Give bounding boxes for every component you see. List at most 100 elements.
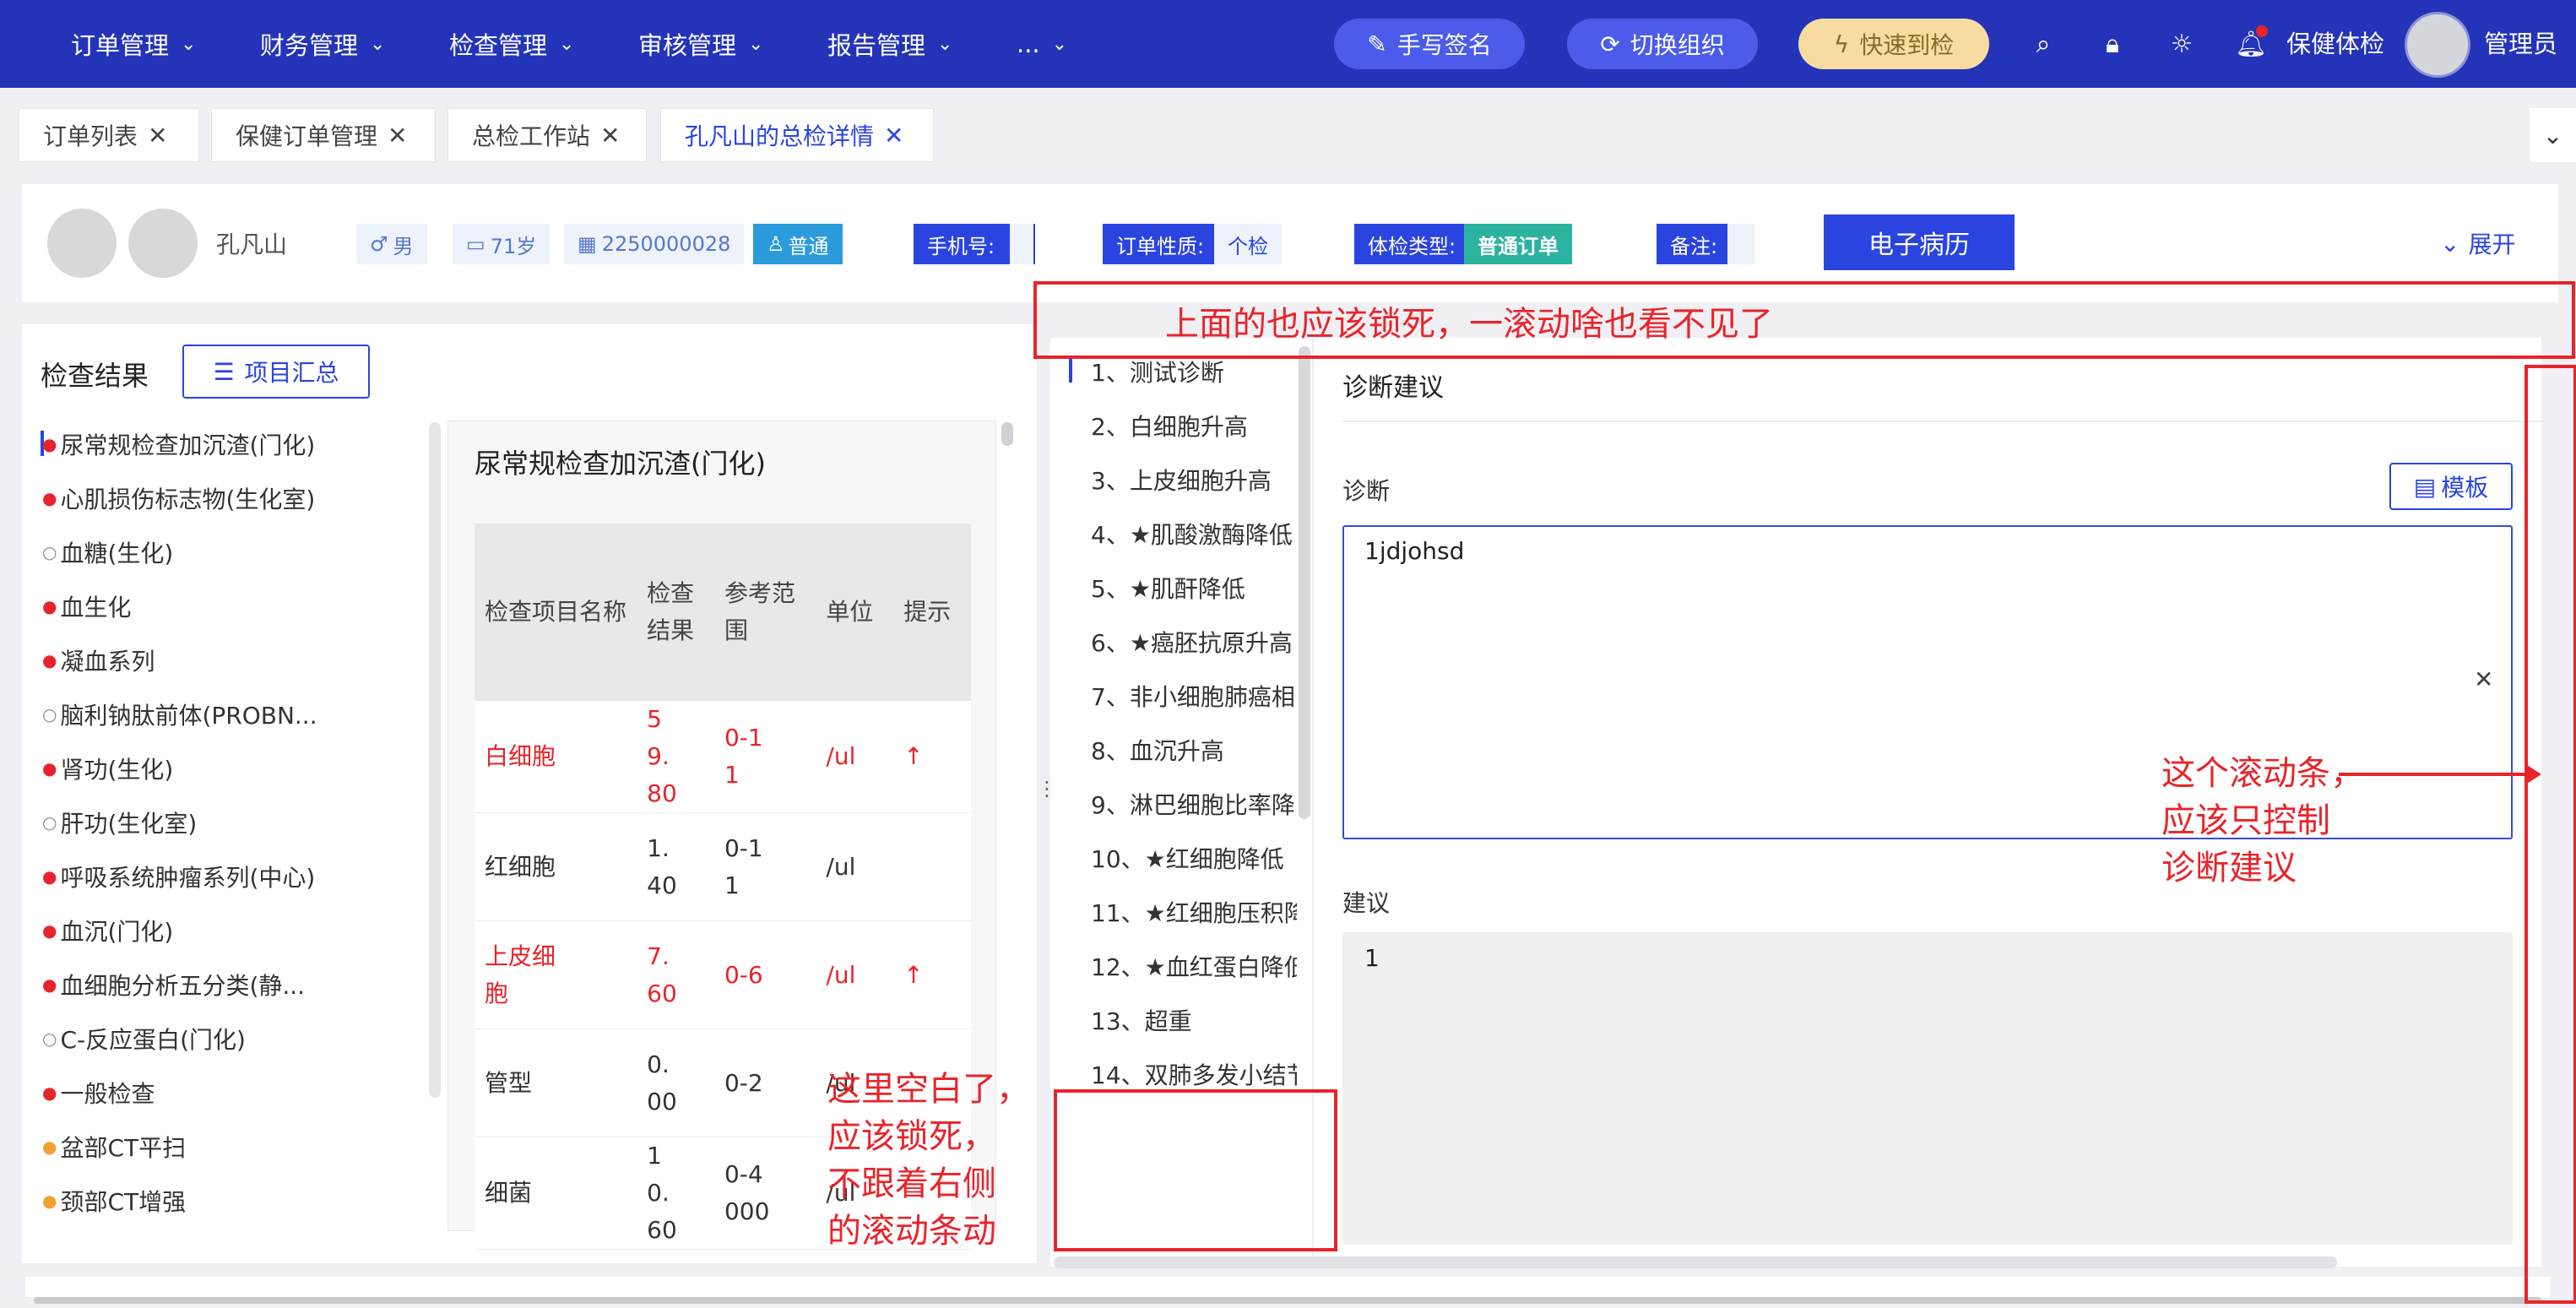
scrollbar[interactable] [1299, 346, 1310, 819]
list-item[interactable]: ● 尿常规检查加沉渣(门化) [42, 427, 315, 461]
cell-range: 0-11 [724, 724, 763, 789]
cell-value: 10.60 [647, 1142, 677, 1244]
list-item-label: 颈部CT增强 [60, 1188, 187, 1216]
cell-flag: ↑ [903, 960, 924, 989]
gender-badge: ♂ 男 [356, 224, 427, 264]
status-dot: ● [42, 974, 57, 995]
suggestion-text[interactable]: 1 [1364, 944, 1380, 972]
switch-org-button[interactable]: ⟳ 切换组织 [1567, 19, 1758, 69]
nav-review-mgmt[interactable]: 审核管理 ⌄ [638, 0, 763, 88]
tabs-dropdown-chevron-icon[interactable]: ⌄ [2530, 108, 2576, 162]
nav-report-mgmt[interactable]: 报告管理 ⌄ [827, 0, 952, 88]
nav-order-mgmt[interactable]: 订单管理 ⌄ [71, 0, 196, 88]
nav-label: 审核管理 [638, 31, 737, 60]
search-icon[interactable]: ⌕ [2025, 25, 2062, 62]
diagnosis-item[interactable]: 9、淋巴细胞比率降 [1091, 787, 1297, 821]
nav-more[interactable]: ... ⌄ [1017, 0, 1067, 88]
bell-icon[interactable]: 🔔︎ [2232, 25, 2270, 62]
calendar-icon: ▭ [466, 232, 485, 256]
nav-label: 财务管理 [260, 31, 359, 60]
diagnosis-text[interactable]: 1jdjohsd [1364, 537, 1464, 565]
clear-icon[interactable]: ✕ [2474, 665, 2493, 693]
scrollbar[interactable] [1001, 422, 1013, 446]
table-row[interactable]: 红细胞 1.40 0-11/ul [475, 813, 971, 921]
list-item[interactable]: ● 颈部CT增强 [42, 1184, 186, 1218]
tab-label: 订单列表 [43, 122, 138, 150]
diagnosis-item[interactable]: 4、★肌酸激酶降低 [1091, 517, 1297, 551]
diagnosis-item[interactable]: 1、测试诊断 [1091, 355, 1297, 388]
list-item[interactable]: ● 呼吸系统肿瘤系列(中心) [42, 860, 315, 893]
avatar[interactable] [2405, 12, 2470, 78]
list-item[interactable]: ○ 脑利钠肽前体(PROBN... [42, 697, 317, 731]
remark-label: 备注: [1657, 224, 1732, 264]
diagnosis-item[interactable]: 10、★红细胞降低 [1091, 841, 1297, 875]
list-item[interactable]: ● 心肌损伤标志物(生化室) [42, 481, 315, 515]
diagnosis-item[interactable]: 11、★红细胞压积降 [1091, 895, 1297, 929]
suggestion-label: 建议 [1342, 889, 1391, 917]
list-item[interactable]: ● 肾功(生化) [42, 752, 173, 785]
handwrite-sign-button[interactable]: ✎ 手写签名 [1334, 19, 1525, 69]
list-item[interactable]: ● 凝血系列 [42, 643, 155, 677]
diagnosis-item[interactable]: 2、白细胞升高 [1091, 409, 1297, 442]
tab-order-list[interactable]: 订单列表 ✕ [19, 108, 199, 162]
horizontal-scrollbar[interactable] [1054, 1256, 2337, 1268]
tab-health-order[interactable]: 保健订单管理 ✕ [211, 108, 436, 162]
table-cell: 上皮细胞 [475, 921, 637, 1029]
table-row[interactable]: 白细胞 59.80 0-11/ul ↑ [475, 701, 971, 813]
tab-label: 孔凡山的总检详情 [685, 122, 875, 150]
refresh-icon: ⟳ [1600, 30, 1620, 58]
chevron-down-icon: ⌄ [1051, 33, 1068, 55]
tab-patient-detail[interactable]: 孔凡山的总检详情 ✕ [660, 108, 934, 162]
list-item-label: 血沉(门化) [60, 918, 174, 946]
expand-button[interactable]: ⌄ 展开 [2440, 226, 2515, 260]
table-row[interactable]: 上皮细胞 7.60 0-6/ul ↑ [475, 921, 971, 1029]
diagnosis-item[interactable]: 8、血沉升高 [1091, 733, 1297, 767]
lock-icon[interactable]: 🔒︎ [2094, 25, 2131, 62]
close-icon[interactable]: ✕ [388, 122, 407, 149]
age-text: 71岁 [490, 234, 537, 258]
annotation-box-scrollbar [2524, 365, 2576, 1304]
diagnosis-item[interactable]: 12、★血红蛋白降低 [1091, 949, 1297, 983]
list-item-label: 肝功(生化室) [60, 810, 198, 838]
result-title: 尿常规检查加沉渣(门化) [475, 448, 766, 480]
close-icon[interactable]: ✕ [600, 122, 620, 149]
diagnosis-item[interactable]: 13、超重 [1091, 1003, 1297, 1037]
nav-finance-mgmt[interactable]: 财务管理 ⌄ [260, 0, 385, 88]
sun-icon[interactable]: ☼ [2163, 25, 2200, 62]
list-item[interactable]: ● 一般检查 [42, 1076, 155, 1110]
list-item[interactable]: ● 盆部CT平扫 [42, 1130, 186, 1164]
cell-range: 0-2 [724, 1068, 763, 1097]
chevron-down-icon: ⌄ [937, 33, 953, 55]
user-name[interactable]: 管理员 [2484, 25, 2557, 62]
diagnosis-item[interactable]: 6、★癌胚抗原升高 [1091, 625, 1297, 659]
nav-exam-mgmt[interactable]: 检查管理 ⌄ [449, 0, 574, 88]
org-name[interactable]: 保健体检 [2286, 25, 2384, 62]
table-cell: 0-2 [714, 1029, 816, 1137]
phone-value [1010, 224, 1033, 264]
column-header: 提示 [903, 598, 952, 626]
diagnosis-item[interactable]: 5、★肌酐降低 [1091, 571, 1297, 605]
list-item[interactable]: ○ 血糖(生化) [42, 535, 173, 569]
diagnosis-item[interactable]: 3、上皮细胞升高 [1091, 463, 1297, 497]
list-item[interactable]: ● 血生化 [42, 589, 131, 623]
list-item[interactable]: ○ C-反应蛋白(门化) [42, 1022, 246, 1056]
diagnosis-item[interactable]: 7、非小细胞肺癌相 [1091, 679, 1297, 713]
summary-button[interactable]: ☰ 项目汇总 [182, 345, 370, 399]
quick-checkin-button[interactable]: ϟ 快速到检 [1798, 19, 1989, 69]
template-button[interactable]: ▤ 模板 [2389, 463, 2513, 510]
annotation-line: 的滚动条动 [827, 1212, 996, 1251]
scrollbar[interactable] [429, 422, 441, 1098]
tab-general-check[interactable]: 总检工作站 ✕ [447, 108, 647, 162]
suggestion-textarea[interactable] [1342, 932, 2513, 1245]
diagnosis-item[interactable]: 14、双肺多发小结节 [1091, 1057, 1297, 1091]
close-icon[interactable]: ✕ [148, 122, 167, 149]
close-icon[interactable]: ✕ [884, 122, 903, 149]
status-dot: ● [42, 488, 57, 508]
table-cell: 0-11 [714, 701, 816, 813]
list-item[interactable]: ● 血细胞分析五分类(静... [42, 968, 305, 1001]
list-item[interactable]: ○ 肝功(生化室) [42, 806, 197, 839]
emr-button[interactable]: 电子病历 [1824, 214, 2015, 270]
chevron-down-icon: ⌄ [2440, 229, 2460, 258]
list-item[interactable]: ● 血沉(门化) [42, 914, 173, 947]
horizontal-scrollbar[interactable] [34, 1297, 2541, 1304]
